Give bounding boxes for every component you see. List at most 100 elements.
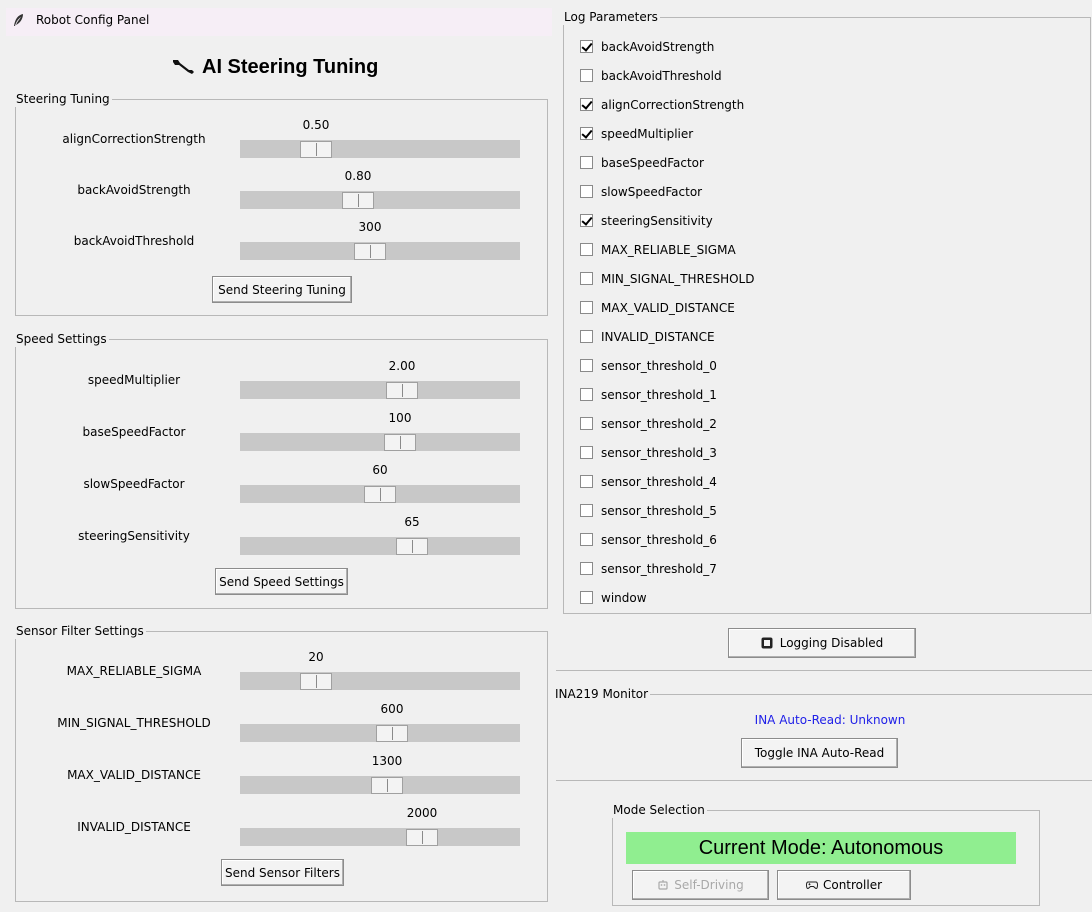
slider-value: 2.00 [388,359,416,373]
slider-value: 1300 [371,754,403,768]
window-title: Robot Config Panel [36,13,150,27]
toggle-ina-auto-read-button[interactable]: Toggle INA Auto-Read [741,738,898,768]
slider-value: 65 [404,515,420,529]
checkbox-unchecked-icon[interactable] [580,417,593,430]
log-param-checkbox[interactable]: sensor_threshold_5 [580,496,960,525]
slider-value: 60 [372,463,388,477]
log-param-checkbox[interactable]: slowSpeedFactor [580,177,960,206]
log-param-label: sensor_threshold_6 [601,532,717,547]
log-param-checkbox[interactable]: baseSpeedFactor [580,148,960,177]
slider-value: 2000 [406,806,438,820]
slider-track[interactable] [240,672,520,690]
slider-label: backAvoidStrength [77,183,191,197]
log-param-checkbox[interactable]: steeringSensitivity [580,206,960,235]
slider-track[interactable] [240,140,520,158]
log-param-label: MIN_SIGNAL_THRESHOLD [601,271,755,286]
slider-track[interactable] [240,828,520,846]
checkbox-unchecked-icon[interactable] [580,301,593,314]
log-param-checkbox[interactable]: MAX_RELIABLE_SIGMA [580,235,960,264]
ina-monitor-title: INA219 Monitor [555,687,651,701]
log-param-label: sensor_threshold_0 [601,358,717,373]
log-param-checkbox[interactable]: backAvoidThreshold [580,61,960,90]
logging-toggle-button[interactable]: Logging Disabled [728,628,916,658]
checkbox-unchecked-icon[interactable] [580,562,593,575]
controller-label: Controller [822,878,883,892]
log-param-label: alignCorrectionStrength [601,97,745,112]
log-param-checkbox[interactable]: sensor_threshold_1 [580,380,960,409]
log-param-checkbox[interactable]: window [580,583,960,612]
log-param-label: sensor_threshold_1 [601,387,717,402]
slider-thumb[interactable] [386,382,418,399]
slider-value: 0.80 [344,169,372,183]
log-param-label: slowSpeedFactor [601,184,703,199]
slider-label: alignCorrectionStrength [62,132,206,146]
send-speed-settings-button[interactable]: Send Speed Settings [215,568,348,595]
log-param-checkbox[interactable]: INVALID_DISTANCE [580,322,960,351]
slider-track[interactable] [240,242,520,260]
log-param-label: sensor_threshold_7 [601,561,717,576]
divider [556,780,1092,781]
slider-label: MAX_RELIABLE_SIGMA [66,664,202,678]
checkbox-unchecked-icon[interactable] [580,446,593,459]
slider-track[interactable] [240,485,520,503]
checkbox-unchecked-icon[interactable] [580,69,593,82]
slider-track[interactable] [240,537,520,555]
slider-thumb[interactable] [342,192,374,209]
slider-track[interactable] [240,433,520,451]
slider-value: 300 [358,220,382,234]
steering-tuning-title: Steering Tuning [14,91,112,107]
checkbox-unchecked-icon[interactable] [580,185,593,198]
log-param-label: sensor_threshold_3 [601,445,717,460]
slider-track[interactable] [240,381,520,399]
log-param-checkbox[interactable]: MAX_VALID_DISTANCE [580,293,960,322]
log-param-checkbox[interactable]: sensor_threshold_4 [580,467,960,496]
slider-label: INVALID_DISTANCE [77,820,191,834]
slider-thumb[interactable] [371,777,403,794]
mode-selection-title: Mode Selection [611,802,707,818]
slider-thumb[interactable] [300,141,332,158]
controller-button[interactable]: Controller [777,870,911,900]
self-driving-button[interactable]: Self-Driving [632,870,769,900]
checkbox-unchecked-icon[interactable] [580,475,593,488]
log-param-label: window [601,590,647,605]
log-param-label: speedMultiplier [601,126,694,141]
slider-track[interactable] [240,724,520,742]
slider-track[interactable] [240,776,520,794]
checkbox-unchecked-icon[interactable] [580,388,593,401]
checkbox-unchecked-icon[interactable] [580,591,593,604]
checkbox-unchecked-icon[interactable] [580,533,593,546]
slider-thumb[interactable] [376,725,408,742]
send-sensor-filters-button[interactable]: Send Sensor Filters [221,859,344,886]
checkbox-checked-icon[interactable] [580,214,593,227]
slider-label: speedMultiplier [87,373,181,387]
log-param-checkbox[interactable]: speedMultiplier [580,119,960,148]
slider-thumb[interactable] [300,673,332,690]
log-param-checkbox[interactable]: sensor_threshold_6 [580,525,960,554]
checkbox-checked-icon[interactable] [580,40,593,53]
send-steering-tuning-button[interactable]: Send Steering Tuning [212,276,352,303]
checkbox-checked-icon[interactable] [580,98,593,111]
slider-thumb[interactable] [406,829,438,846]
checkbox-unchecked-icon[interactable] [580,330,593,343]
slider-track[interactable] [240,191,520,209]
log-param-checkbox[interactable]: sensor_threshold_3 [580,438,960,467]
checkbox-unchecked-icon[interactable] [580,504,593,517]
slider-thumb[interactable] [384,434,416,451]
slider-thumb[interactable] [396,538,428,555]
log-param-label: sensor_threshold_5 [601,503,717,518]
log-param-checkbox[interactable]: MIN_SIGNAL_THRESHOLD [580,264,960,293]
self-driving-label: Self-Driving [674,878,744,892]
checkbox-unchecked-icon[interactable] [580,272,593,285]
checkbox-unchecked-icon[interactable] [580,243,593,256]
slider-thumb[interactable] [354,243,386,260]
checkbox-checked-icon[interactable] [580,127,593,140]
checkbox-unchecked-icon[interactable] [580,359,593,372]
log-param-checkbox[interactable]: backAvoidStrength [580,32,960,61]
slider-thumb[interactable] [364,486,396,503]
checkbox-unchecked-icon[interactable] [580,156,593,169]
log-param-checkbox[interactable]: sensor_threshold_7 [580,554,960,583]
speed-settings-title: Speed Settings [14,331,109,347]
log-param-checkbox[interactable]: sensor_threshold_2 [580,409,960,438]
log-param-checkbox[interactable]: sensor_threshold_0 [580,351,960,380]
log-param-checkbox[interactable]: alignCorrectionStrength [580,90,960,119]
